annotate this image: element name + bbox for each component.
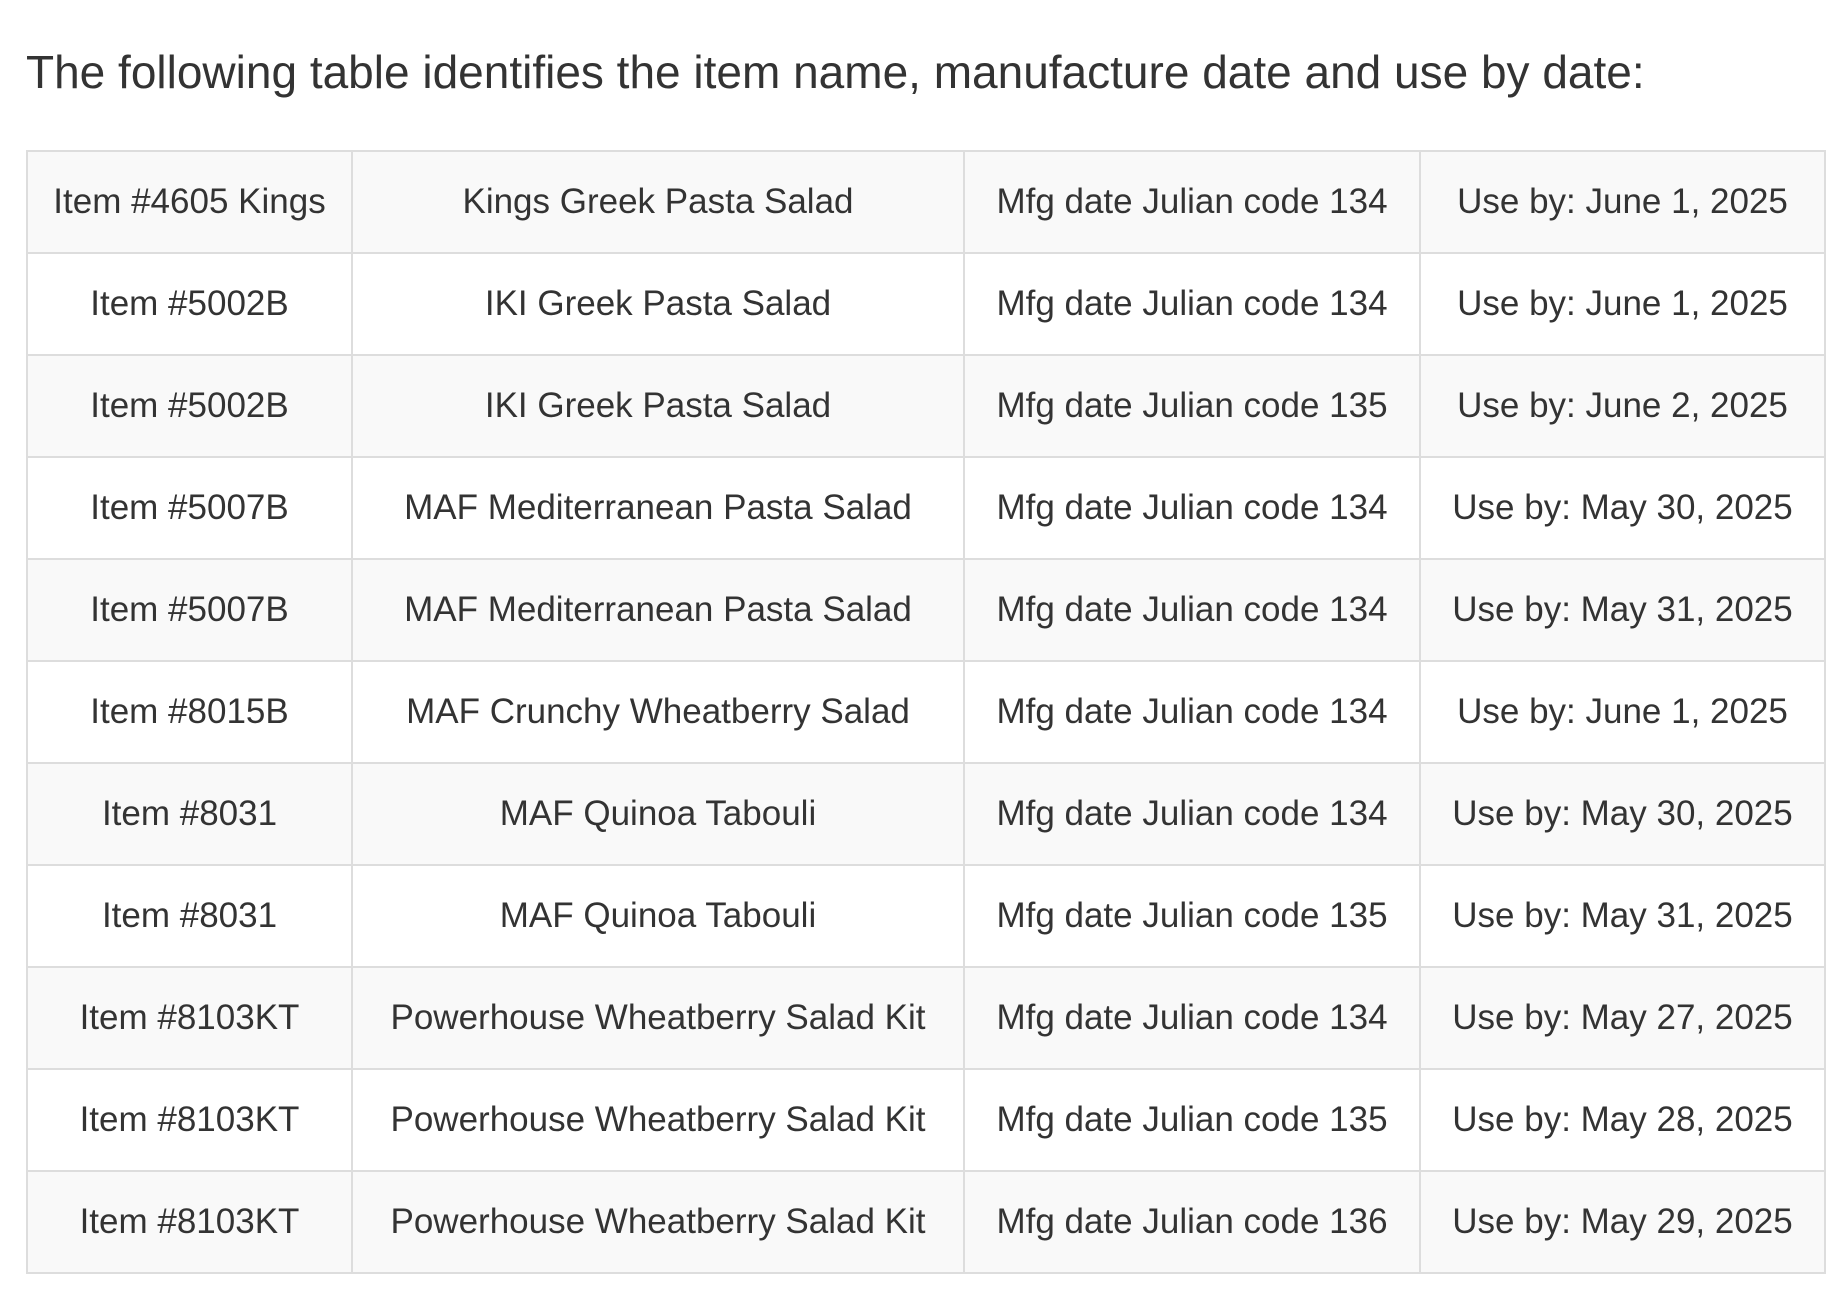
mfg-date-cell: Mfg date Julian code 135	[963, 354, 1421, 458]
item-number-cell: Item #5002B	[26, 252, 353, 356]
use-by-cell: Use by: May 31, 2025	[1419, 558, 1826, 662]
product-name-cell: MAF Quinoa Tabouli	[351, 762, 965, 866]
item-number-cell: Item #8031	[26, 762, 353, 866]
item-number-cell: Item #5007B	[26, 558, 353, 662]
table-row: Item #8103KT Powerhouse Wheatberry Salad…	[26, 1068, 1826, 1172]
mfg-date-cell: Mfg date Julian code 134	[963, 660, 1421, 764]
recall-table-body: Item #4605 Kings Kings Greek Pasta Salad…	[26, 150, 1826, 1274]
table-row: Item #8015B MAF Crunchy Wheatberry Salad…	[26, 660, 1826, 764]
use-by-cell: Use by: June 1, 2025	[1419, 252, 1826, 356]
mfg-date-cell: Mfg date Julian code 134	[963, 966, 1421, 1070]
product-name-cell: IKI Greek Pasta Salad	[351, 354, 965, 458]
table-row: Item #5002B IKI Greek Pasta Salad Mfg da…	[26, 252, 1826, 356]
item-number-cell: Item #8015B	[26, 660, 353, 764]
table-row: Item #8031 MAF Quinoa Tabouli Mfg date J…	[26, 864, 1826, 968]
table-row: Item #4605 Kings Kings Greek Pasta Salad…	[26, 150, 1826, 254]
product-name-cell: MAF Crunchy Wheatberry Salad	[351, 660, 965, 764]
item-number-cell: Item #8031	[26, 864, 353, 968]
mfg-date-cell: Mfg date Julian code 134	[963, 150, 1421, 254]
product-name-cell: MAF Mediterranean Pasta Salad	[351, 456, 965, 560]
product-name-cell: Powerhouse Wheatberry Salad Kit	[351, 1068, 965, 1172]
table-row: Item #8103KT Powerhouse Wheatberry Salad…	[26, 966, 1826, 1070]
product-name-cell: MAF Mediterranean Pasta Salad	[351, 558, 965, 662]
table-row: Item #8103KT Powerhouse Wheatberry Salad…	[26, 1170, 1826, 1274]
product-name-cell: IKI Greek Pasta Salad	[351, 252, 965, 356]
table-row: Item #5007B MAF Mediterranean Pasta Sala…	[26, 456, 1826, 560]
item-number-cell: Item #8103KT	[26, 1068, 353, 1172]
mfg-date-cell: Mfg date Julian code 134	[963, 558, 1421, 662]
page: The following table identifies the item …	[0, 0, 1842, 1314]
table-row: Item #5002B IKI Greek Pasta Salad Mfg da…	[26, 354, 1826, 458]
item-number-cell: Item #4605 Kings	[26, 150, 353, 254]
item-number-cell: Item #8103KT	[26, 1170, 353, 1274]
use-by-cell: Use by: June 2, 2025	[1419, 354, 1826, 458]
table-row: Item #5007B MAF Mediterranean Pasta Sala…	[26, 558, 1826, 662]
mfg-date-cell: Mfg date Julian code 134	[963, 762, 1421, 866]
mfg-date-cell: Mfg date Julian code 135	[963, 1068, 1421, 1172]
mfg-date-cell: Mfg date Julian code 135	[963, 864, 1421, 968]
use-by-cell: Use by: May 30, 2025	[1419, 456, 1826, 560]
mfg-date-cell: Mfg date Julian code 134	[963, 252, 1421, 356]
use-by-cell: Use by: June 1, 2025	[1419, 150, 1826, 254]
item-number-cell: Item #5007B	[26, 456, 353, 560]
product-name-cell: Kings Greek Pasta Salad	[351, 150, 965, 254]
use-by-cell: Use by: May 31, 2025	[1419, 864, 1826, 968]
use-by-cell: Use by: May 30, 2025	[1419, 762, 1826, 866]
use-by-cell: Use by: May 28, 2025	[1419, 1068, 1826, 1172]
item-number-cell: Item #8103KT	[26, 966, 353, 1070]
product-name-cell: Powerhouse Wheatberry Salad Kit	[351, 1170, 965, 1274]
table-row: Item #8031 MAF Quinoa Tabouli Mfg date J…	[26, 762, 1826, 866]
mfg-date-cell: Mfg date Julian code 134	[963, 456, 1421, 560]
product-name-cell: Powerhouse Wheatberry Salad Kit	[351, 966, 965, 1070]
intro-paragraph: The following table identifies the item …	[26, 46, 1645, 98]
product-name-cell: MAF Quinoa Tabouli	[351, 864, 965, 968]
use-by-cell: Use by: May 29, 2025	[1419, 1170, 1826, 1274]
recall-table: Item #4605 Kings Kings Greek Pasta Salad…	[26, 150, 1826, 1274]
use-by-cell: Use by: May 27, 2025	[1419, 966, 1826, 1070]
use-by-cell: Use by: June 1, 2025	[1419, 660, 1826, 764]
mfg-date-cell: Mfg date Julian code 136	[963, 1170, 1421, 1274]
item-number-cell: Item #5002B	[26, 354, 353, 458]
